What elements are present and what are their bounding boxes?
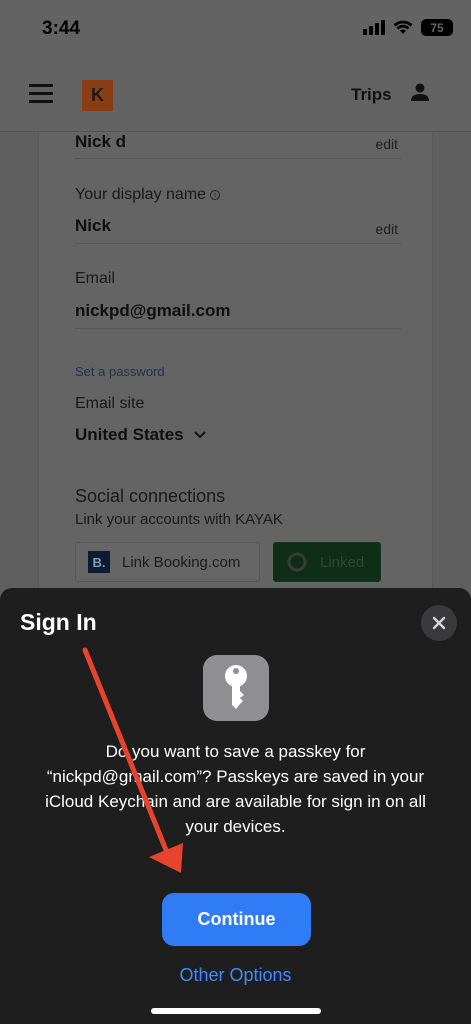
cellular-signal-icon [363,20,385,35]
divider [75,328,401,329]
link-booking-button[interactable]: B. Link Booking.com [75,542,260,582]
battery-icon: 75 [421,19,453,36]
google-logo-icon [287,552,307,572]
other-options-link[interactable]: Other Options [0,965,471,986]
social-title: Social connections [75,486,226,506]
chevron-down-icon [193,431,206,439]
status-time: 3:44 [42,18,81,39]
divider [75,243,401,244]
email-site-field: Email site [75,395,401,413]
passkey-key-icon [203,655,269,721]
info-icon[interactable]: i [210,189,221,200]
trips-link[interactable]: Trips [351,85,392,105]
display-name-label: Your display name [75,186,207,203]
passkey-message: Do you want to save a passkey for “nickp… [45,742,426,836]
close-button[interactable] [421,605,457,641]
continue-button[interactable]: Continue [162,893,311,946]
display-name-value: Nick [75,216,111,235]
email-site-value: United States [75,425,184,444]
set-password-row: Set a password [75,364,401,379]
email-value: nickpd@gmail.com [75,301,231,320]
sheet-title: Sign In [20,609,97,635]
booking-logo-icon: B. [88,551,110,573]
app-header: K Trips [0,60,471,132]
set-password-link[interactable]: Set a password [75,364,401,379]
display-name-edit-link[interactable]: edit [375,221,398,237]
social-subtitle: Link your accounts with KAYAK [75,511,283,528]
email-site-select[interactable]: United States [75,425,401,445]
passkey-sheet: Sign In Do you want to save a passkey fo… [0,588,471,1024]
status-bar: 3:44 75 [0,0,471,60]
wifi-icon [393,20,413,34]
divider [75,158,401,159]
close-icon [432,616,446,630]
hamburger-menu-icon[interactable] [29,84,53,104]
email-field: Email [75,270,401,288]
google-linked-label: Linked [320,553,365,571]
name-field: Nick d [75,132,401,152]
link-booking-label: Link Booking.com [122,553,241,571]
email-site-label: Email site [75,395,145,412]
kayak-logo[interactable]: K [82,80,113,111]
social-connections-section: Social connections Link your accounts wi… [75,486,401,528]
profile-content: Nick d edit Your display name i Nick edit… [38,132,433,602]
display-name-value-row: Nick [75,216,401,236]
name-edit-link[interactable]: edit [375,136,398,152]
status-icons: 75 [363,19,453,36]
name-value: Nick d [75,132,127,151]
email-value-row: nickpd@gmail.com [75,301,401,321]
google-linked-button[interactable]: Linked [273,542,381,582]
home-indicator[interactable] [151,1008,321,1014]
email-label: Email [75,270,116,287]
display-name-field: Your display name i [75,186,401,204]
user-icon[interactable] [410,82,430,102]
